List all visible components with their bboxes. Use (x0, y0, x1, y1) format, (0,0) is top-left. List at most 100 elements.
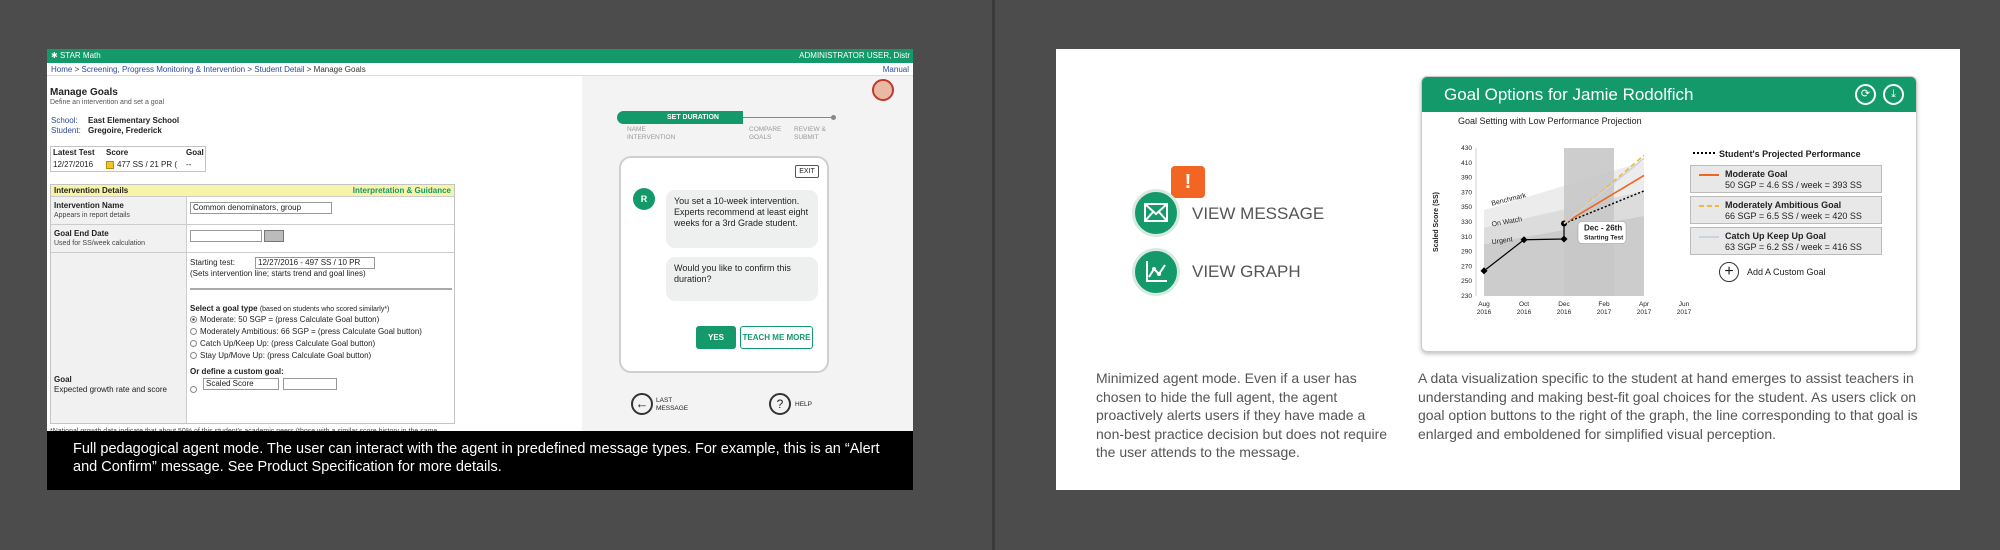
breadcrumb-separator: > (247, 65, 253, 74)
exit-button[interactable]: EXIT (795, 165, 819, 178)
teach-me-more-button[interactable]: TEACH ME MORE (740, 326, 813, 349)
catchup-goal-button[interactable]: Catch Up Keep Up Goal 63 SGP = 6.2 SS / … (1690, 227, 1882, 255)
breadcrumb-screening[interactable]: Screening, Progress Monitoring & Interve… (81, 65, 245, 74)
row-divider (51, 224, 454, 225)
goal-option-stayup[interactable]: Stay Up/Move Up: (press Calculate Goal b… (190, 351, 371, 361)
y-tick-label: 310 (1461, 234, 1472, 241)
y-tick-label: 410 (1461, 160, 1472, 167)
panel-divider (992, 0, 995, 550)
custom-goal-select[interactable]: Scaled Score (203, 378, 279, 390)
ambitious-goal-detail: 66 SGP = 6.5 SS / week = 420 SS (1725, 211, 1862, 221)
left-caption: Full pedagogical agent mode. The user ca… (47, 431, 913, 490)
download-icon[interactable]: ⤓ (1883, 84, 1904, 105)
agent-message-bubble: You set a 10-week intervention. Experts … (666, 190, 818, 248)
view-graph-button[interactable]: VIEW GRAPH (1192, 262, 1301, 282)
goal-end-label: Goal End Date (54, 229, 109, 238)
goal-option-label: Moderate: 50 SGP = (press Calculate Goal… (200, 315, 380, 324)
view-message-button[interactable]: VIEW MESSAGE (1192, 204, 1324, 224)
goal-end-help: Used for SS/week calculation (54, 240, 146, 247)
graph-icon[interactable] (1132, 248, 1180, 296)
radio-icon[interactable] (190, 328, 197, 335)
y-tick-label: 430 (1461, 145, 1472, 152)
goal-label: Goal (54, 375, 72, 384)
custom-goal-radio[interactable] (190, 379, 200, 397)
breadcrumb-home[interactable]: Home (51, 65, 72, 74)
radio-icon[interactable] (190, 352, 197, 359)
intervention-name-input[interactable]: Common denominators, group (190, 202, 332, 214)
goal-option-ambitious[interactable]: Moderately Ambitious: 66 SGP = (press Ca… (190, 327, 422, 337)
add-goal-plus-icon[interactable]: + (1719, 262, 1739, 282)
x-tick-label: Apr (1639, 301, 1650, 308)
stepper-track (743, 117, 833, 118)
x-tick-label: 2016 (1517, 309, 1532, 316)
latest-test-table: Latest Test Score Goal 12/27/2016 477 SS… (50, 146, 206, 172)
x-tick-label: Oct (1519, 301, 1529, 308)
moderate-goal-detail: 50 SGP = 4.6 SS / week = 393 SS (1725, 180, 1862, 190)
step-review-submit[interactable]: REVIEW & SUBMIT (794, 126, 834, 142)
latest-test-header: Latest Test (53, 148, 95, 157)
goal-end-date-input[interactable] (190, 230, 262, 242)
y-tick-label: 370 (1461, 189, 1472, 196)
catchup-goal-title: Catch Up Keep Up Goal (1725, 231, 1827, 241)
starting-test-help: (Sets intervention line; starts trend an… (190, 269, 366, 278)
details-header-bar: Intervention Details Interpretation & Gu… (51, 185, 454, 197)
goal-option-catchup[interactable]: Catch Up/Keep Up: (press Calculate Goal … (190, 339, 375, 349)
agent-chat-window: EXIT R You set a 10-week intervention. E… (619, 156, 829, 373)
manual-link[interactable]: Manual (883, 63, 909, 76)
x-tick-label: 2017 (1637, 309, 1652, 316)
add-custom-goal-button[interactable]: Add A Custom Goal (1747, 267, 1826, 277)
back-arrow-icon[interactable]: ← (631, 393, 653, 415)
visualization-description: A data visualization specific to the stu… (1418, 370, 1918, 442)
page-subtitle: Define an intervention and set a goal (50, 99, 165, 106)
help-icon[interactable]: ? (769, 393, 791, 415)
yes-button[interactable]: YES (696, 326, 736, 349)
y-tick-label: 230 (1461, 293, 1472, 300)
x-tick-label: 2016 (1477, 309, 1492, 316)
latest-test-date: 12/27/2016 (53, 160, 94, 169)
starting-test-select[interactable]: 12/27/2016 - 497 SS / 10 PR (255, 257, 375, 269)
last-message-button[interactable]: LAST MESSAGE (656, 397, 696, 413)
school-label: School: (51, 116, 78, 125)
custom-goal-input[interactable] (283, 378, 337, 390)
x-tick-label: 2017 (1677, 309, 1692, 316)
minimized-mode-description: Minimized agent mode. Even if a user has… (1096, 370, 1388, 460)
step-set-duration[interactable]: SET DURATION (667, 113, 719, 122)
student-name: Gregoire, Frederick (88, 126, 162, 135)
moderate-goal-button[interactable]: Moderate Goal 50 SGP = 4.6 SS / week = 3… (1690, 165, 1882, 193)
page-title: Manage Goals (50, 87, 118, 98)
step-compare-goals[interactable]: COMPARE GOALS (749, 126, 787, 142)
goal-help: Expected growth rate and score (54, 385, 167, 394)
agent-avatar-icon[interactable] (872, 79, 894, 101)
calendar-icon[interactable] (264, 230, 284, 242)
radio-icon[interactable] (190, 316, 197, 323)
app-top-bar: ✱ STAR Math ADMINISTRATOR USER, Distr (47, 49, 913, 63)
annotation-sublabel: Starting Test (1584, 234, 1624, 241)
goal-type-heading: Select a goal type (based on students wh… (190, 304, 389, 314)
breadcrumb-current: Manage Goals (313, 65, 366, 74)
radio-icon[interactable] (190, 340, 197, 347)
latest-test-score: 477 SS / 21 PR ( (117, 160, 178, 169)
breadcrumb: Home > Screening, Progress Monitoring & … (47, 63, 913, 76)
ambitious-goal-button[interactable]: Moderately Ambitious Goal 66 SGP = 6.5 S… (1690, 196, 1882, 224)
envelope-icon[interactable] (1132, 189, 1180, 237)
goal-option-moderate[interactable]: Moderate: 50 SGP = (press Calculate Goal… (190, 315, 379, 325)
details-header: Intervention Details (54, 186, 129, 195)
legend-projected[interactable]: Student's Projected Performance (1693, 149, 1861, 159)
latest-test-goal: -- (186, 160, 192, 169)
student-label: Student: (51, 126, 81, 135)
step-name-intervention[interactable]: NAME INTERVENTION (627, 126, 675, 142)
radio-icon[interactable] (190, 386, 197, 393)
help-button[interactable]: HELP (795, 400, 812, 409)
y-tick-label: 350 (1461, 204, 1472, 211)
user-menu[interactable]: ADMINISTRATOR USER, Distr (799, 49, 910, 63)
breadcrumb-student-detail[interactable]: Student Detail (254, 65, 304, 74)
refresh-icon[interactable]: ⟳ (1855, 84, 1876, 105)
ambitious-swatch-icon (1699, 205, 1719, 207)
agent-stepper: SET DURATION (617, 111, 836, 125)
legend-projected-label: Student's Projected Performance (1719, 149, 1861, 159)
chart-title: Goal Setting with Low Performance Projec… (1458, 116, 1642, 126)
starting-test-label: Starting test: (190, 258, 235, 267)
agent-avatar: R (633, 188, 655, 210)
guidance-link[interactable]: Interpretation & Guidance (353, 186, 451, 196)
x-tick-label: Dec (1558, 301, 1570, 308)
